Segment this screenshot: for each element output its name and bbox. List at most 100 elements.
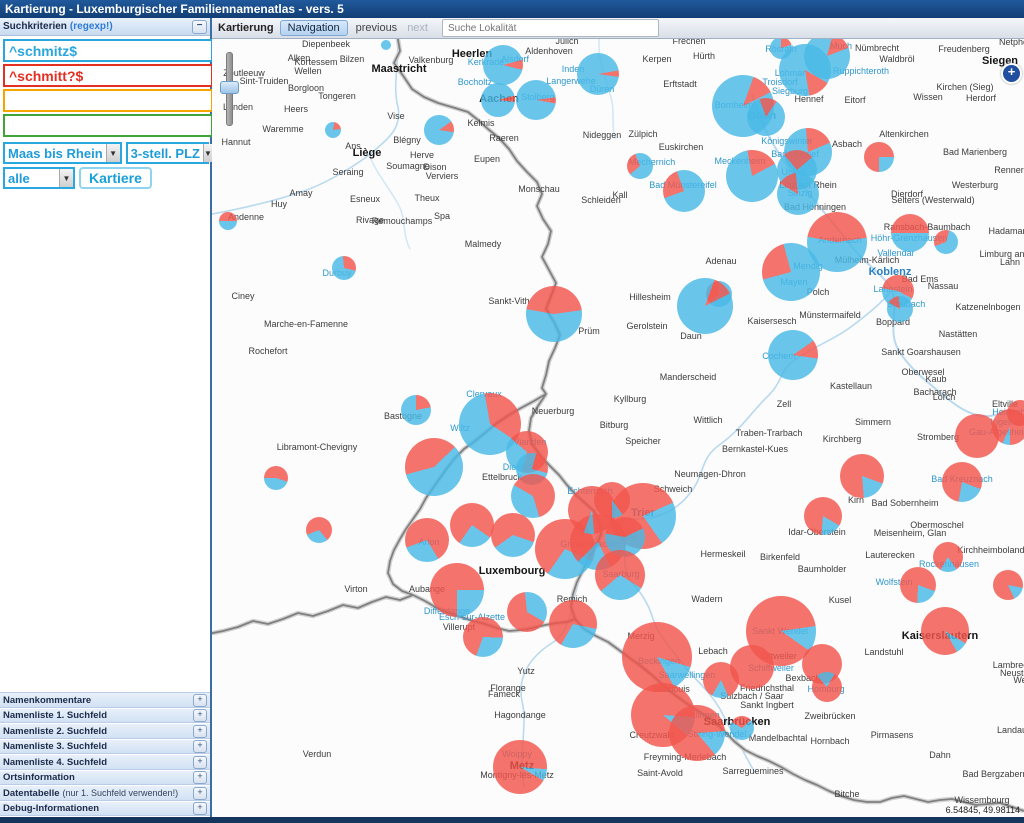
pie-marker[interactable] (900, 567, 936, 603)
expand-icon[interactable]: + (193, 787, 207, 800)
map-canvas[interactable]: + 6.54845, 49.98114 DiepenbeekAlkenKorte… (212, 39, 1024, 817)
previous-button[interactable]: previous (354, 22, 400, 34)
pie-marker[interactable] (424, 115, 454, 145)
pie-marker[interactable] (864, 142, 894, 172)
pie-marker[interactable] (481, 83, 515, 117)
kartiere-button[interactable]: Kartiere (79, 167, 152, 189)
expand-icon[interactable]: + (193, 771, 207, 784)
pie-marker[interactable] (669, 705, 725, 761)
pie-marker[interactable] (219, 212, 237, 230)
pie-marker[interactable] (747, 98, 785, 136)
accordion-namenliste-2-suchfeld[interactable]: Namenliste 2. Suchfeld+ (0, 724, 210, 740)
map-label: Westerburg (952, 180, 998, 190)
map-label: Zell (777, 399, 792, 409)
pie-marker[interactable] (491, 513, 535, 557)
pie-marker[interactable] (577, 53, 619, 95)
map-label: Waremme (262, 124, 303, 134)
expand-icon[interactable]: + (193, 740, 207, 753)
navigation-button[interactable]: Navigation (280, 20, 348, 36)
collapse-icon[interactable]: − (192, 20, 207, 34)
pie-marker[interactable] (891, 214, 929, 252)
pie-marker[interactable] (677, 278, 733, 334)
pie-marker[interactable] (840, 454, 884, 498)
pie-marker[interactable] (549, 600, 597, 648)
pie-marker[interactable] (595, 550, 645, 600)
bottom-strip (0, 817, 1024, 823)
pie-marker[interactable] (762, 243, 820, 301)
map-label: Lebach (698, 646, 728, 656)
chevron-down-icon[interactable]: ▼ (59, 169, 73, 187)
pie-marker[interactable] (325, 122, 341, 138)
pie-marker[interactable] (516, 80, 556, 120)
accordion-namenliste-3-suchfeld[interactable]: Namenliste 3. Suchfeld+ (0, 740, 210, 756)
pie-marker[interactable] (405, 438, 463, 496)
pie-marker[interactable] (511, 474, 555, 518)
accordion-namenliste-1-suchfeld[interactable]: Namenliste 1. Suchfeld+ (0, 709, 210, 725)
pie-marker[interactable] (622, 622, 692, 692)
pie-marker[interactable] (627, 153, 653, 179)
map-label: Traben-Trarbach (736, 428, 803, 438)
pie-marker[interactable] (730, 716, 754, 740)
zoom-slider-handle[interactable] (220, 81, 239, 94)
plz-select[interactable]: 3-stell. PLZ ▼ (126, 142, 209, 164)
chevron-down-icon[interactable]: ▼ (106, 144, 120, 162)
map-label: Theux (414, 193, 439, 203)
pie-marker[interactable] (594, 482, 630, 518)
pie-marker[interactable] (401, 395, 431, 425)
pie-marker[interactable] (812, 672, 842, 702)
pie-marker[interactable] (450, 503, 494, 547)
expand-icon[interactable]: + (193, 802, 207, 815)
pie-marker[interactable] (993, 570, 1023, 600)
expand-icon[interactable]: + (193, 694, 207, 707)
pie-marker[interactable] (483, 45, 523, 85)
scope-select[interactable]: alle ▼ (3, 167, 75, 189)
pie-marker[interactable] (933, 542, 963, 572)
map-label: Diepenbeek (302, 39, 350, 49)
pie-marker[interactable] (663, 170, 705, 212)
accordion-label: Ortsinformation (3, 772, 75, 783)
pie-marker[interactable] (934, 230, 958, 254)
map-label: Tongeren (318, 91, 356, 101)
chevron-down-icon[interactable]: ▼ (203, 144, 212, 162)
accordion-namenliste-4-suchfeld[interactable]: Namenliste 4. Suchfeld+ (0, 755, 210, 771)
expand-icon[interactable]: + (193, 709, 207, 722)
accordion-debug-informationen[interactable]: Debug-Informationen+ (0, 802, 210, 818)
expand-icon[interactable]: + (193, 756, 207, 769)
search-locality-input[interactable] (442, 19, 659, 37)
search-field-3[interactable] (3, 89, 213, 112)
pie-marker[interactable] (887, 296, 913, 322)
regexp-link[interactable]: (regexp!) (70, 21, 113, 32)
pie-marker[interactable] (779, 44, 831, 96)
map-label: Hürth (693, 51, 715, 61)
pie-marker[interactable] (726, 150, 778, 202)
region-select[interactable]: Maas bis Rhein ▼ (3, 142, 122, 164)
pie-marker[interactable] (306, 517, 332, 543)
pie-marker[interactable] (921, 607, 969, 655)
pie-marker[interactable] (381, 40, 391, 50)
pie-marker[interactable] (430, 563, 484, 617)
pie-marker[interactable] (493, 740, 547, 794)
accordion-namenkommentare[interactable]: Namenkommentare+ (0, 693, 210, 709)
accordion-ortsinformation[interactable]: Ortsinformation + (0, 771, 210, 787)
expand-icon[interactable]: + (193, 725, 207, 738)
search-field-4[interactable] (3, 114, 213, 137)
pie-marker[interactable] (942, 462, 982, 502)
map-label: Bad Marienberg (943, 147, 1007, 157)
pie-marker[interactable] (768, 330, 818, 380)
search-field-1[interactable] (3, 39, 213, 62)
pie-marker[interactable] (507, 592, 547, 632)
pie-marker[interactable] (526, 286, 582, 342)
pie-marker[interactable] (463, 617, 503, 657)
pie-marker[interactable] (804, 497, 842, 535)
map-label: Maastricht (371, 63, 426, 75)
accordion-datentabelle[interactable]: Datentabelle(nur 1. Suchfeld verwenden!)… (0, 786, 210, 802)
search-field-2[interactable] (3, 64, 213, 87)
zoom-in-button[interactable]: + (1001, 63, 1022, 84)
pie-marker[interactable] (405, 518, 449, 562)
map-label: Nümbrecht (855, 43, 899, 53)
app-window: Kartierung - Luxemburgischer Familiennam… (0, 0, 1024, 823)
pie-marker[interactable] (264, 466, 288, 490)
map-label: Liège (353, 147, 382, 159)
pie-marker[interactable] (332, 256, 356, 280)
pie-marker[interactable] (777, 173, 819, 215)
